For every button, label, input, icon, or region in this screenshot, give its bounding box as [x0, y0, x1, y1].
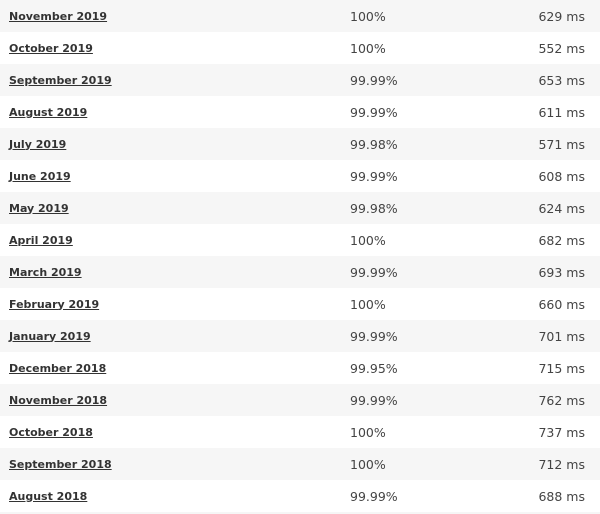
response-time-value: 693 ms [538, 264, 585, 280]
uptime-value: 100% [350, 8, 386, 24]
month-link[interactable]: October 2019 [9, 42, 93, 55]
month-link[interactable]: July 2019 [9, 138, 66, 151]
table-row: May 2019 99.98% 624 ms [0, 192, 600, 224]
response-time-value: 712 ms [538, 456, 585, 472]
response-time-value: 660 ms [538, 296, 585, 312]
table-row: April 2019 100% 682 ms [0, 224, 600, 256]
uptime-value: 99.99% [350, 168, 398, 184]
table-row: August 2019 99.99% 611 ms [0, 96, 600, 128]
table-row: December 2018 99.95% 715 ms [0, 352, 600, 384]
uptime-value: 99.98% [350, 200, 398, 216]
response-time-value: 629 ms [538, 8, 585, 24]
month-link[interactable]: June 2019 [9, 170, 71, 183]
uptime-value: 99.99% [350, 488, 398, 504]
table-row: October 2018 100% 737 ms [0, 416, 600, 448]
table-row: September 2018 100% 712 ms [0, 448, 600, 480]
response-time-value: 611 ms [538, 104, 585, 120]
table-row: January 2019 99.99% 701 ms [0, 320, 600, 352]
table-row: September 2019 99.99% 653 ms [0, 64, 600, 96]
uptime-value: 99.99% [350, 264, 398, 280]
month-link[interactable]: October 2018 [9, 426, 93, 439]
table-row: October 2019 100% 552 ms [0, 32, 600, 64]
uptime-value: 100% [350, 296, 386, 312]
month-link[interactable]: May 2019 [9, 202, 69, 215]
uptime-value: 99.98% [350, 136, 398, 152]
table-row: February 2019 100% 660 ms [0, 288, 600, 320]
response-time-value: 653 ms [538, 72, 585, 88]
month-link[interactable]: December 2018 [9, 362, 106, 375]
uptime-value: 99.95% [350, 360, 398, 376]
response-time-value: 552 ms [538, 40, 585, 56]
uptime-value: 100% [350, 232, 386, 248]
month-link[interactable]: September 2019 [9, 74, 112, 87]
response-time-value: 571 ms [538, 136, 585, 152]
uptime-value: 100% [350, 456, 386, 472]
response-time-value: 737 ms [538, 424, 585, 440]
month-link[interactable]: August 2018 [9, 490, 87, 503]
uptime-value: 99.99% [350, 72, 398, 88]
response-time-value: 682 ms [538, 232, 585, 248]
table-row: June 2019 99.99% 608 ms [0, 160, 600, 192]
month-link[interactable]: November 2018 [9, 394, 107, 407]
month-link[interactable]: September 2018 [9, 458, 112, 471]
table-row: March 2019 99.99% 693 ms [0, 256, 600, 288]
response-time-value: 624 ms [538, 200, 585, 216]
month-link[interactable]: November 2019 [9, 10, 107, 23]
month-link[interactable]: January 2019 [9, 330, 91, 343]
month-link[interactable]: April 2019 [9, 234, 73, 247]
response-time-value: 688 ms [538, 488, 585, 504]
table-row: November 2019 100% 629 ms [0, 0, 600, 32]
table-row: July 2019 99.98% 571 ms [0, 128, 600, 160]
table-row: August 2018 99.99% 688 ms [0, 480, 600, 512]
uptime-value: 99.99% [350, 328, 398, 344]
uptime-value: 100% [350, 40, 386, 56]
response-time-value: 715 ms [538, 360, 585, 376]
month-link[interactable]: February 2019 [9, 298, 99, 311]
uptime-value: 100% [350, 424, 386, 440]
month-link[interactable]: August 2019 [9, 106, 87, 119]
response-time-value: 608 ms [538, 168, 585, 184]
table-row: November 2018 99.99% 762 ms [0, 384, 600, 416]
uptime-value: 99.99% [350, 104, 398, 120]
uptime-value: 99.99% [350, 392, 398, 408]
response-time-value: 762 ms [538, 392, 585, 408]
response-time-value: 701 ms [538, 328, 585, 344]
uptime-table: November 2019 100% 629 ms October 2019 100% 5… [0, 0, 600, 512]
month-link[interactable]: March 2019 [9, 266, 82, 279]
